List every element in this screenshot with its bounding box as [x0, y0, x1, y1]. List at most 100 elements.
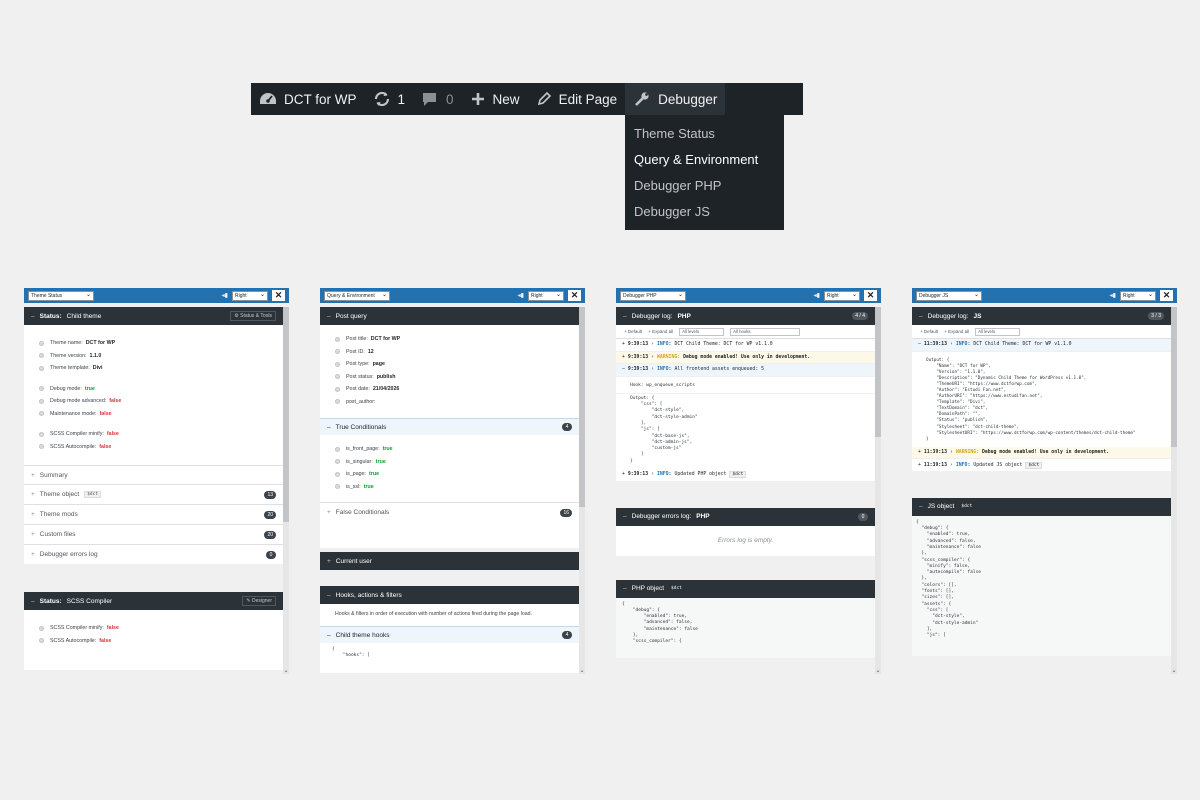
count-badge: 13 [264, 490, 276, 499]
menu-item-theme-status[interactable]: Theme Status [625, 121, 784, 147]
section-label: False Conditionals [335, 509, 390, 516]
errors-log-section[interactable]: + Debugger errors log 0 [24, 544, 283, 564]
row-key: Debug mode advanced: [50, 398, 107, 405]
js-object-header[interactable]: – JS object $dct [912, 497, 1171, 516]
log-entry[interactable]: +11:39:13 › INFO: Updated JS object $dct [912, 459, 1171, 472]
expand-all-button[interactable]: + Expand all [648, 329, 673, 334]
row-key: Post type: [346, 361, 370, 368]
plus-icon [470, 91, 486, 107]
log-entry-expanded[interactable]: –11:39:13 › INFO: DCT Child Theme: DCT for … [912, 339, 1171, 352]
summary-section[interactable]: + Summary [24, 465, 283, 484]
dock-icon[interactable]: ◂▮ [814, 292, 820, 299]
true-conditionals-content: is_front_page: true is_singular: true is_p… [320, 435, 579, 502]
new-content-item[interactable]: New [462, 83, 528, 115]
menu-item-query-environment[interactable]: Query & Environment [625, 147, 784, 173]
panel-select[interactable]: Debugger PHP [620, 290, 686, 301]
close-icon[interactable]: ✕ [272, 290, 285, 301]
expand-icon: + [622, 342, 625, 348]
expand-all-button[interactable]: + Expand all [944, 329, 969, 334]
chevron-down-icon[interactable]: ⌄ [579, 667, 585, 674]
close-icon[interactable]: ✕ [1160, 290, 1173, 301]
theme-object-section[interactable]: + Theme object $dct 13 [24, 484, 283, 504]
chevron-down-icon[interactable]: ⌄ [1171, 667, 1177, 674]
levels-select[interactable]: All levels [975, 327, 1021, 336]
theme-mods-section[interactable]: + Theme mods 20 [24, 504, 283, 524]
default-button[interactable]: + Default [920, 329, 938, 334]
dock-icon[interactable]: ◂▮ [1110, 292, 1116, 299]
php-object-header[interactable]: – PHP object $dct [616, 579, 875, 598]
expand-all-label: Expand all [652, 329, 674, 334]
status-tools-button[interactable]: ⚙ Status & Tools [230, 311, 276, 321]
false-conditionals-section[interactable]: + False Conditionals 16 [320, 502, 579, 522]
section-label: Summary [39, 471, 68, 479]
debugger-php-panel: Debugger PHP ◂▮ Right ✕ –Debugger log:PH… [616, 288, 881, 674]
log-entry[interactable]: +9:39:13 › INFO: DCT Child Theme: DCT for W… [616, 339, 875, 352]
scrollbar[interactable]: ⌄ [1171, 307, 1177, 674]
log-time: 11:39:13 [923, 462, 947, 468]
menu-item-debugger-php[interactable]: Debugger PHP [625, 173, 784, 199]
position-select[interactable]: Right [824, 290, 860, 301]
panel-body: – Post query Post title: DCT for WP Post I… [320, 307, 579, 674]
child-theme-hooks-header[interactable]: – Child theme hooks 4 [320, 626, 579, 643]
default-button[interactable]: + Default [624, 329, 642, 334]
debugger-menu-item[interactable]: Debugger [625, 83, 726, 115]
levels-select[interactable]: All levels [679, 327, 725, 336]
pencil-icon [536, 91, 552, 107]
close-icon[interactable]: ✕ [568, 290, 581, 301]
designer-button[interactable]: ✎ Designer [242, 596, 276, 606]
scrollbar[interactable]: ⌄ [283, 307, 289, 674]
log-entry-expanded[interactable]: –9:39:13 › INFO: All frontend assets enqueu… [616, 364, 875, 377]
current-user-header[interactable]: + Current user [320, 552, 579, 570]
section-title: JS object [927, 503, 955, 511]
log-entry[interactable]: +11:39:13 › WARNING: Debug mode enabled! Us… [912, 446, 1171, 460]
panel-topbar: Query & Environment ◂▮ Right ✕ [320, 288, 585, 303]
log-entry[interactable]: +9:39:13 › WARNING: Debug mode enabled! Use… [616, 351, 875, 364]
edit-page-item[interactable]: Edit Page [528, 83, 626, 115]
row-key: Theme template: [50, 365, 90, 372]
chevron-down-icon[interactable]: ⌄ [283, 667, 289, 674]
updates-icon [373, 91, 391, 107]
status-child-theme-header[interactable]: – Status: Child theme ⚙ Status & Tools [24, 307, 283, 325]
panel-select[interactable]: Query & Environment [324, 290, 390, 301]
scrollbar[interactable]: ⌄ [579, 307, 585, 674]
bullet-icon [39, 625, 44, 631]
comments-item[interactable]: 0 [413, 83, 462, 115]
hooks-select[interactable]: All hooks [730, 327, 801, 336]
log-message: Updated JS object [973, 462, 1023, 468]
site-name-label: DCT for WP [284, 91, 357, 107]
debugger-log-php-header[interactable]: – Debugger log: PHP 4 / 4 [616, 307, 875, 325]
position-select[interactable]: Right [528, 290, 564, 301]
section-title: True Conditionals [335, 423, 387, 431]
bullet-icon [335, 349, 340, 355]
custom-files-section[interactable]: + Custom files 20 [24, 524, 283, 544]
scrollbar[interactable]: ⌄ [875, 307, 881, 674]
updates-item[interactable]: 1 [365, 83, 414, 115]
true-conditionals-header[interactable]: – True Conditionals 4 [320, 418, 579, 435]
log-level: INFO: [955, 342, 971, 348]
close-icon[interactable]: ✕ [864, 290, 877, 301]
position-select[interactable]: Right [232, 290, 268, 301]
hooks-header[interactable]: – Hooks, actions & filters [320, 586, 579, 604]
section-title: Child theme [66, 312, 102, 320]
site-name-item[interactable]: DCT for WP [251, 83, 365, 115]
post-query-content: Post title: DCT for WP Post ID: 12 Post ty… [320, 325, 579, 418]
errors-log-php-header[interactable]: – Debugger errors log: PHP 0 [616, 507, 875, 526]
section-prefix: Status: [39, 597, 62, 605]
log-toolbar: + Default + Expand all All levels All ho… [616, 325, 875, 339]
bullet-icon [39, 353, 44, 359]
default-label: Default [923, 329, 939, 334]
debugger-log-js-header[interactable]: – Debugger log: JS 3 / 3 [912, 307, 1171, 325]
status-scss-header[interactable]: – Status: SCSS Compiler ✎ Designer [24, 592, 283, 610]
dock-icon[interactable]: ◂▮ [222, 292, 228, 299]
chevron-down-icon[interactable]: ⌄ [875, 667, 881, 674]
panel-select[interactable]: Debugger JS [916, 290, 982, 301]
dock-icon[interactable]: ◂▮ [518, 292, 524, 299]
log-entry[interactable]: +9:39:13 › INFO: Updated PHP object $dct [616, 469, 875, 482]
expand-icon: + [622, 472, 625, 478]
position-select[interactable]: Right [1120, 290, 1156, 301]
panel-select[interactable]: Theme Status [28, 290, 94, 301]
post-query-header[interactable]: – Post query [320, 307, 579, 325]
menu-item-debugger-js[interactable]: Debugger JS [625, 199, 784, 225]
count-badge: 4 [562, 423, 572, 431]
row-key: Theme version: [50, 352, 87, 359]
